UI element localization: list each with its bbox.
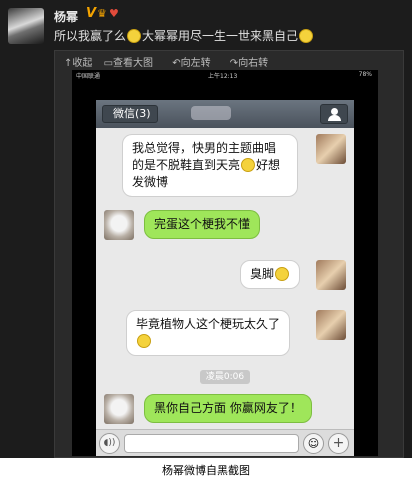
chat-navbar: 微信(3) [96, 100, 354, 128]
input-bar: ◖)) ☺ + [96, 429, 354, 456]
emoji-icon[interactable]: ☺ [303, 433, 324, 454]
view-large-button[interactable]: ▭查看大图 [104, 58, 161, 69]
grin-emoji-icon [299, 29, 314, 43]
message-line: 的是不脱鞋直到天亮 [132, 158, 241, 172]
timestamp: 凌晨0:06 [200, 370, 250, 384]
weibo-post: 杨幂 V ♛ ♥ 所以我赢了么 大幂幂用尽一生一世来黑自己 ↑收起 ▭查看大图 ↶… [0, 0, 412, 458]
username[interactable]: 杨幂 [54, 8, 78, 25]
smile-emoji-icon [241, 158, 256, 172]
plus-icon[interactable]: + [328, 433, 349, 454]
contact-name-blurred [191, 106, 231, 120]
avatar[interactable] [104, 394, 134, 424]
profile-button[interactable] [320, 104, 348, 124]
battery: 78% [358, 71, 372, 78]
smile-emoji-icon [127, 29, 142, 43]
message-line: 我总觉得，快男的主题曲唱 [132, 141, 277, 155]
phone-screenshot: 中国联通 上午12:13 78% 微信(3) 我总觉得，快男的主题曲唱 的是不脱… [72, 70, 378, 456]
message-text: 臭脚 [250, 267, 275, 281]
status-bar: 中国联通 上午12:13 78% [72, 70, 378, 80]
message-bubble: 臭脚 [240, 260, 301, 289]
back-button[interactable]: 微信(3) [102, 105, 158, 123]
avatar[interactable] [8, 8, 44, 44]
message-input[interactable] [124, 434, 299, 453]
post-text-part1: 所以我赢了么 [54, 29, 127, 43]
heart-icon: ♥ [109, 7, 119, 20]
message-bubble: 毕竟植物人这个梗玩太久了 [126, 310, 291, 356]
verified-badge: V [86, 6, 97, 21]
collapse-button[interactable]: ↑收起 [64, 58, 92, 69]
avatar[interactable] [316, 310, 346, 340]
post-text-part2: 大幂幂用尽一生一世来黑自己 [142, 29, 299, 43]
message-bubble: 完蛋这个梗我不懂 [144, 210, 261, 239]
image-toolbar: ↑收起 ▭查看大图 ↶向左转 ↷向右转 [64, 54, 284, 69]
message-bubble: 黑你自己方面 你赢网友了！ [144, 394, 312, 423]
message-bubble: 我总觉得，快男的主题曲唱 的是不脱鞋直到天亮 好想 发微博 [122, 134, 298, 197]
grin-emoji-icon [137, 334, 151, 348]
image-caption: 杨幂微博自黑截图 [162, 464, 250, 477]
avatar[interactable] [316, 134, 346, 164]
message-line: 好想 [256, 158, 281, 172]
avatar[interactable] [316, 260, 346, 290]
crown-icon: ♛ [97, 7, 107, 20]
thumbs-emoji-icon [275, 267, 290, 281]
voice-icon[interactable]: ◖)) [99, 433, 120, 454]
person-icon [331, 108, 338, 115]
rotate-right-button[interactable]: ↷向右转 [230, 58, 276, 69]
clock: 上午12:13 [208, 73, 238, 80]
carrier: 中国联通 [76, 73, 101, 80]
chat-screen: 微信(3) 我总觉得，快男的主题曲唱 的是不脱鞋直到天亮 好想 发微博 完蛋这个梗… [96, 100, 354, 456]
post-text: 所以我赢了么 大幂幂用尽一生一世来黑自己 [54, 27, 314, 44]
avatar[interactable] [104, 210, 134, 240]
message-text: 毕竟植物人这个梗玩太久了 [136, 317, 281, 331]
message-line: 发微博 [132, 175, 169, 189]
rotate-left-button[interactable]: ↶向左转 [172, 58, 218, 69]
